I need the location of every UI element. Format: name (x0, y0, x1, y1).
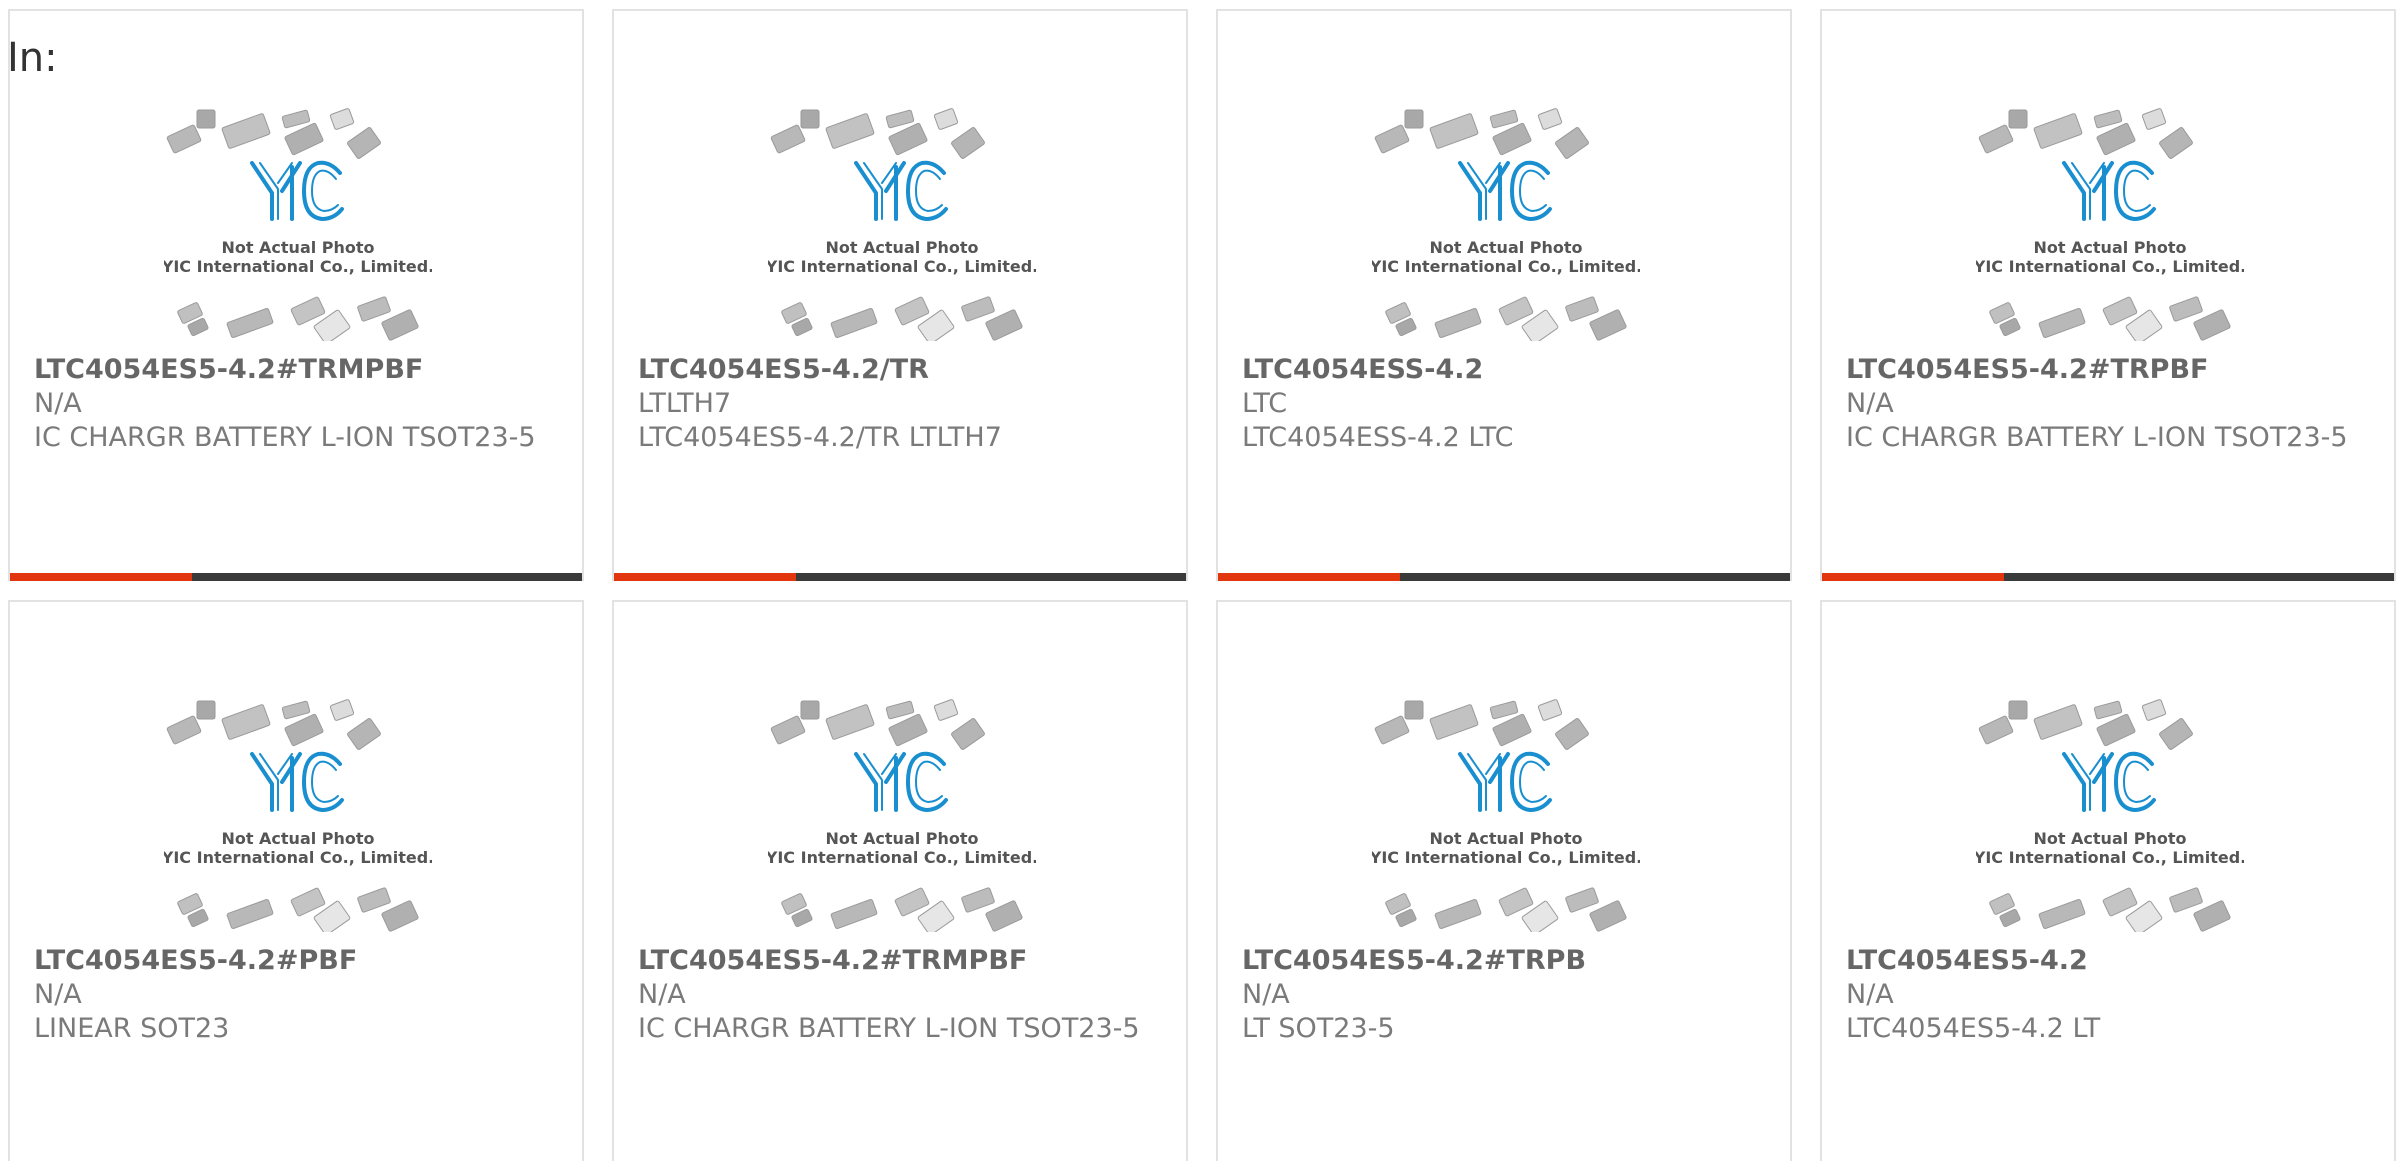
product-info: LTC4054ES5-4.2/TR LTLTH7 LTC4054ES5-4.2/… (638, 353, 1158, 455)
product-card[interactable]: Not Actual Photo YIC International Co., … (8, 9, 584, 581)
product-card[interactable]: Not Actual Photo YIC International Co., … (612, 9, 1188, 581)
product-info: LTC4054ESS-4.2 LTC LTC4054ESS-4.2 LTC (1242, 353, 1762, 455)
svg-text:YIC International Co., Limited: YIC International Co., Limited. (768, 848, 1036, 867)
manufacturer: N/A (1846, 388, 1894, 419)
svg-text:Not Actual Photo: Not Actual Photo (1429, 829, 1582, 848)
card-footer-accent (614, 573, 796, 581)
part-number-link[interactable]: LTC4054ES5-4.2#PBF (34, 944, 554, 978)
svg-text:Not Actual Photo: Not Actual Photo (1429, 238, 1582, 257)
product-info: LTC4054ES5-4.2#TRPBF N/A IC CHARGR BATTE… (1846, 353, 2366, 455)
product-thumbnail[interactable]: Not Actual Photo YIC International Co., … (768, 101, 1036, 341)
description: LTC4054ES5-4.2 LT (1846, 1013, 2101, 1044)
product-thumbnail[interactable]: Not Actual Photo YIC International Co., … (1372, 692, 1640, 932)
svg-text:Not Actual Photo: Not Actual Photo (2033, 829, 2186, 848)
manufacturer: N/A (34, 979, 82, 1010)
card-footer-bar (614, 573, 1186, 581)
product-card[interactable]: Not Actual Photo YIC International Co., … (1216, 600, 1792, 1161)
svg-text:YIC International Co., Limited: YIC International Co., Limited. (1976, 848, 2244, 867)
part-number-link[interactable]: LTC4054ES5-4.2 (1846, 944, 2366, 978)
part-number-link[interactable]: LTC4054ES5-4.2/TR (638, 353, 1158, 387)
part-number-link[interactable]: LTC4054ES5-4.2#TRMPBF (34, 353, 554, 387)
placeholder-photo: Not Actual Photo YIC International Co., … (1976, 108, 2244, 341)
part-number-link[interactable]: LTC4054ESS-4.2 (1242, 353, 1762, 387)
svg-text:YIC International Co., Limited: YIC International Co., Limited. (1372, 257, 1640, 276)
placeholder-photo: Not Actual Photo YIC International Co., … (768, 699, 1036, 932)
part-number-link[interactable]: LTC4054ES5-4.2#TRMPBF (638, 944, 1158, 978)
product-card[interactable]: Not Actual Photo YIC International Co., … (1820, 9, 2396, 581)
product-grid: Not Actual Photo YIC International Co., … (0, 0, 2400, 1161)
product-card[interactable]: Not Actual Photo YIC International Co., … (8, 600, 584, 1161)
svg-text:YIC International Co., Limited: YIC International Co., Limited. (768, 257, 1036, 276)
card-footer-accent (10, 573, 192, 581)
svg-text:YIC International Co., Limited: YIC International Co., Limited. (164, 257, 432, 276)
part-number-link[interactable]: LTC4054ES5-4.2#TRPBF (1846, 353, 2366, 387)
yic-logo (250, 160, 344, 221)
product-info: LTC4054ES5-4.2#PBF N/A LINEAR SOT23 (34, 944, 554, 1046)
svg-text:Not Actual Photo: Not Actual Photo (221, 829, 374, 848)
manufacturer: LTLTH7 (638, 388, 732, 419)
product-thumbnail[interactable]: Not Actual Photo YIC International Co., … (1372, 101, 1640, 341)
yic-logo (854, 160, 948, 221)
description: IC CHARGR BATTERY L-ION TSOT23-5 (34, 422, 536, 453)
yic-logo (2062, 160, 2156, 221)
yic-logo (250, 751, 344, 812)
description: LTC4054ESS-4.2 LTC (1242, 422, 1514, 453)
placeholder-photo: Not Actual Photo YIC International Co., … (1372, 699, 1640, 932)
yic-logo (1458, 160, 1552, 221)
manufacturer: N/A (1242, 979, 1290, 1010)
product-info: LTC4054ES5-4.2#TRPB N/A LT SOT23-5 (1242, 944, 1762, 1046)
manufacturer: N/A (1846, 979, 1894, 1010)
description: LTC4054ES5-4.2/TR LTLTH7 (638, 422, 1002, 453)
svg-text:YIC International Co., Limited: YIC International Co., Limited. (1976, 257, 2244, 276)
manufacturer: LTC (1242, 388, 1288, 419)
placeholder-photo: Not Actual Photo YIC International Co., … (164, 699, 432, 932)
product-card[interactable]: Not Actual Photo YIC International Co., … (612, 600, 1188, 1161)
product-info: LTC4054ES5-4.2#TRMPBF N/A IC CHARGR BATT… (638, 944, 1158, 1046)
product-info: LTC4054ES5-4.2 N/A LTC4054ES5-4.2 LT (1846, 944, 2366, 1046)
manufacturer: N/A (638, 979, 686, 1010)
card-footer-bar (10, 573, 582, 581)
card-footer-bar (1822, 573, 2394, 581)
description: LINEAR SOT23 (34, 1013, 230, 1044)
description: IC CHARGR BATTERY L-ION TSOT23-5 (638, 1013, 1140, 1044)
card-footer-bar (1218, 573, 1790, 581)
card-footer-accent (1822, 573, 2004, 581)
placeholder-photo: Not Actual Photo YIC International Co., … (768, 108, 1036, 341)
part-number-link[interactable]: LTC4054ES5-4.2#TRPB (1242, 944, 1762, 978)
placeholder-photo: Not Actual Photo YIC International Co., … (1976, 699, 2244, 932)
svg-text:Not Actual Photo: Not Actual Photo (221, 238, 374, 257)
product-thumbnail[interactable]: Not Actual Photo YIC International Co., … (1976, 692, 2244, 932)
yic-logo (1458, 751, 1552, 812)
description: IC CHARGR BATTERY L-ION TSOT23-5 (1846, 422, 2348, 453)
manufacturer: N/A (34, 388, 82, 419)
svg-text:YIC International Co., Limited: YIC International Co., Limited. (1372, 848, 1640, 867)
product-thumbnail[interactable]: Not Actual Photo YIC International Co., … (164, 101, 432, 341)
yic-logo (2062, 751, 2156, 812)
product-info: LTC4054ES5-4.2#TRMPBF N/A IC CHARGR BATT… (34, 353, 554, 455)
page-label: In: (7, 35, 58, 81)
placeholder-photo: Not Actual Photo YIC International Co., … (1372, 108, 1640, 341)
product-thumbnail[interactable]: Not Actual Photo YIC International Co., … (768, 692, 1036, 932)
svg-text:YIC International Co., Limited: YIC International Co., Limited. (164, 848, 432, 867)
svg-text:Not Actual Photo: Not Actual Photo (825, 829, 978, 848)
product-card[interactable]: Not Actual Photo YIC International Co., … (1820, 600, 2396, 1161)
placeholder-photo: Not Actual Photo YIC International Co., … (164, 108, 432, 341)
description: LT SOT23-5 (1242, 1013, 1395, 1044)
product-card[interactable]: Not Actual Photo YIC International Co., … (1216, 9, 1792, 581)
product-thumbnail[interactable]: Not Actual Photo YIC International Co., … (1976, 101, 2244, 341)
yic-logo (854, 751, 948, 812)
svg-text:Not Actual Photo: Not Actual Photo (825, 238, 978, 257)
product-thumbnail[interactable]: Not Actual Photo YIC International Co., … (164, 692, 432, 932)
svg-text:Not Actual Photo: Not Actual Photo (2033, 238, 2186, 257)
card-footer-accent (1218, 573, 1400, 581)
